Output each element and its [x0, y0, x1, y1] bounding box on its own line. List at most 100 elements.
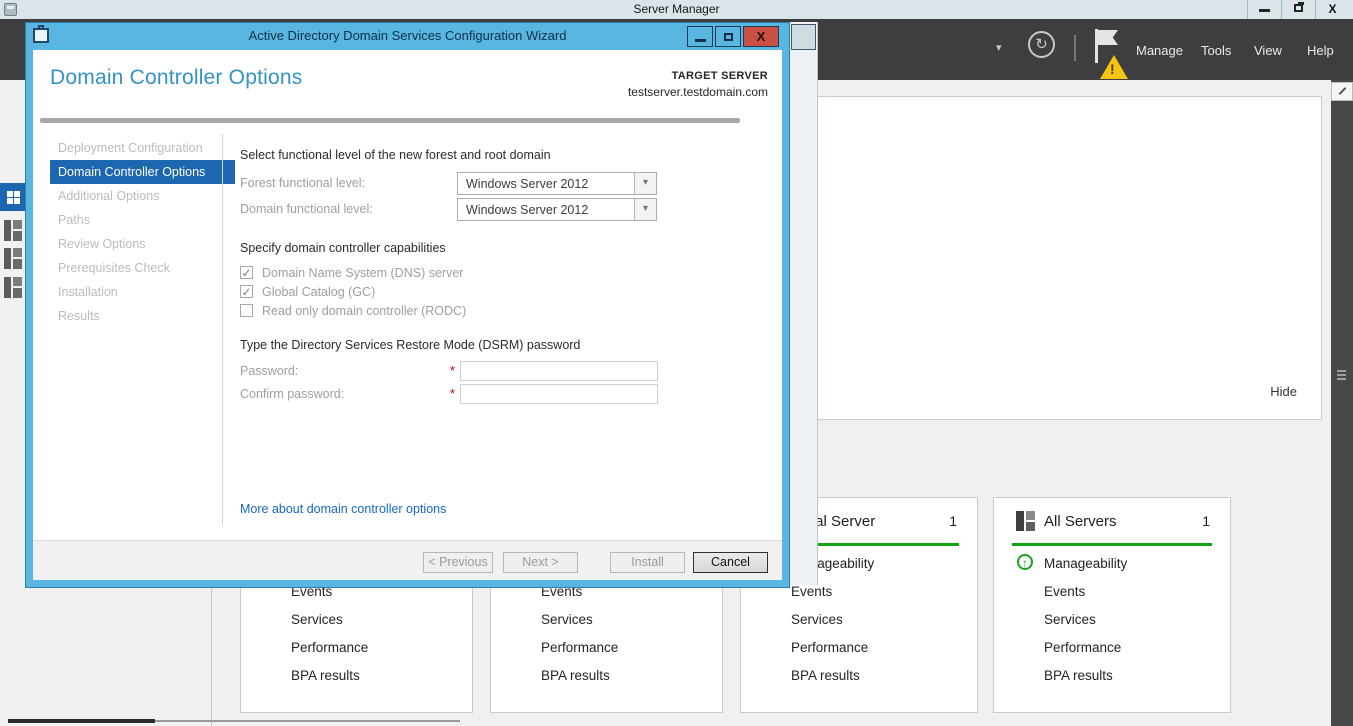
card-row-bpa[interactable]: BPA results: [541, 668, 610, 683]
collapse-icon[interactable]: [1331, 82, 1353, 101]
window-controls: X: [1247, 0, 1349, 19]
card-row-services[interactable]: Services: [291, 612, 343, 627]
forest-functional-level-label: Forest functional level:: [240, 176, 365, 190]
dashboard-grid-icon: [7, 191, 20, 204]
maximize-icon[interactable]: [715, 26, 741, 47]
sidebar-item-icon[interactable]: [4, 220, 23, 241]
nav-divider: [222, 134, 223, 526]
card-row-performance[interactable]: Performance: [291, 640, 368, 655]
rodc-checkbox[interactable]: [240, 304, 253, 317]
sidebar-item-icon[interactable]: [4, 248, 23, 269]
hide-button[interactable]: Hide: [1264, 382, 1303, 401]
right-collapse-strip: [1331, 80, 1353, 726]
menu-divider: [1074, 35, 1076, 61]
wizard-nav-installation[interactable]: Installation: [50, 280, 235, 304]
card-title[interactable]: All Servers: [1044, 513, 1117, 530]
target-server-block: TARGET SERVER testserver.testdomain.com: [628, 70, 768, 99]
confirm-password-field[interactable]: [460, 384, 658, 404]
sidebar-item-icon[interactable]: [4, 277, 23, 298]
select-value: Windows Server 2012: [466, 203, 588, 217]
wizard-nav-deployment-configuration[interactable]: Deployment Configuration: [50, 136, 235, 160]
wizard-nav-results[interactable]: Results: [50, 304, 235, 328]
card-count: 1: [949, 513, 957, 529]
card-row-events[interactable]: Events: [1044, 584, 1085, 599]
menu-help[interactable]: Help: [1307, 43, 1334, 58]
window-title: Server Manager: [0, 2, 1353, 16]
card-count: 1: [1202, 513, 1210, 529]
section-functional-level: Select functional level of the new fores…: [240, 148, 551, 162]
minimize-icon[interactable]: [1247, 0, 1281, 19]
close-icon[interactable]: X: [743, 26, 779, 47]
section-capabilities: Specify domain controller capabilities: [240, 241, 446, 255]
card-row-performance[interactable]: Performance: [791, 640, 868, 655]
card-row-services[interactable]: Services: [791, 612, 843, 627]
card-row-performance[interactable]: Performance: [1044, 640, 1121, 655]
window-behind-button: [791, 24, 816, 50]
domain-functional-level-select[interactable]: Windows Server 2012 ▾: [457, 198, 657, 221]
page-title: Domain Controller Options: [50, 66, 302, 90]
target-server-label: TARGET SERVER: [628, 70, 768, 82]
card-row-manageability[interactable]: Manageability: [1044, 556, 1127, 571]
wizard-nav-paths[interactable]: Paths: [50, 208, 235, 232]
dashboard-card-all-servers: All Servers 1 ↑ Manageability Events Ser…: [993, 497, 1231, 713]
required-marker: *: [450, 386, 455, 401]
wizard-window-controls: X: [685, 26, 779, 47]
menu-manage[interactable]: Manage: [1136, 43, 1183, 58]
card-row-bpa[interactable]: BPA results: [291, 668, 360, 683]
cancel-button[interactable]: Cancel: [693, 552, 768, 573]
menu-view[interactable]: View: [1254, 43, 1282, 58]
card-row-events[interactable]: Events: [791, 584, 832, 599]
card-row-bpa[interactable]: BPA results: [791, 668, 860, 683]
close-icon[interactable]: X: [1315, 0, 1349, 19]
wizard-nav-prerequisites-check[interactable]: Prerequisites Check: [50, 256, 235, 280]
refresh-icon[interactable]: ↻: [1028, 31, 1055, 58]
wizard-nav-review-options[interactable]: Review Options: [50, 232, 235, 256]
card-row-services[interactable]: Services: [541, 612, 593, 627]
chevron-down-icon[interactable]: ▾: [634, 199, 656, 220]
wizard-titlebar[interactable]: Active Directory Domain Services Configu…: [25, 22, 790, 50]
menu-tools[interactable]: Tools: [1201, 43, 1231, 58]
screen: Server Manager X ▾ ↻ ! Manage Tools View…: [0, 0, 1353, 726]
window-bottom-edge: [155, 720, 460, 722]
gc-checkbox-label: Global Catalog (GC): [262, 285, 375, 299]
wizard-nav-additional-options[interactable]: Additional Options: [50, 184, 235, 208]
chevron-down-icon[interactable]: ▾: [996, 41, 1002, 54]
header-separator: [40, 118, 740, 123]
next-button[interactable]: Next >: [503, 552, 578, 573]
card-row-bpa[interactable]: BPA results: [1044, 668, 1113, 683]
server-stack-icon: [1016, 511, 1036, 531]
wizard-content: Domain Controller Options TARGET SERVER …: [33, 50, 782, 540]
domain-functional-level-label: Domain functional level:: [240, 202, 373, 216]
select-value: Windows Server 2012: [466, 177, 588, 191]
forest-functional-level-select[interactable]: Windows Server 2012 ▾: [457, 172, 657, 195]
warning-icon[interactable]: !: [1100, 55, 1128, 79]
minimize-icon[interactable]: [687, 26, 713, 47]
window-behind-edge: [788, 22, 818, 585]
section-dsrm-password: Type the Directory Services Restore Mode…: [240, 338, 580, 352]
wizard-footer: < Previous Next > Install Cancel: [33, 540, 782, 580]
card-row-performance[interactable]: Performance: [541, 640, 618, 655]
dns-checkbox[interactable]: ✓: [240, 266, 253, 279]
chevron-down-icon[interactable]: ▾: [634, 173, 656, 194]
password-field[interactable]: [460, 361, 658, 381]
sidebar-item-dashboard[interactable]: [0, 183, 27, 211]
install-button[interactable]: Install: [610, 552, 685, 573]
restore-icon[interactable]: [1281, 0, 1315, 19]
password-label: Password:: [240, 364, 298, 378]
required-marker: *: [450, 363, 455, 378]
dns-checkbox-label: Domain Name System (DNS) server: [262, 266, 463, 280]
gc-checkbox[interactable]: ✓: [240, 285, 253, 298]
splitter-grip[interactable]: [1337, 368, 1346, 382]
window-bottom-edge: [8, 719, 155, 723]
server-manager-titlebar: Server Manager X: [0, 0, 1353, 19]
wizard-nav-domain-controller-options[interactable]: Domain Controller Options: [50, 160, 235, 184]
wizard-title: Active Directory Domain Services Configu…: [25, 28, 790, 43]
card-accent-line: [1012, 543, 1212, 546]
more-about-link[interactable]: More about domain controller options: [240, 502, 446, 516]
confirm-password-label: Confirm password:: [240, 387, 344, 401]
target-server-value: testserver.testdomain.com: [628, 85, 768, 99]
adds-config-wizard-window: Active Directory Domain Services Configu…: [25, 22, 790, 588]
previous-button[interactable]: < Previous: [423, 552, 493, 573]
card-row-services[interactable]: Services: [1044, 612, 1096, 627]
rodc-checkbox-label: Read only domain controller (RODC): [262, 304, 466, 318]
